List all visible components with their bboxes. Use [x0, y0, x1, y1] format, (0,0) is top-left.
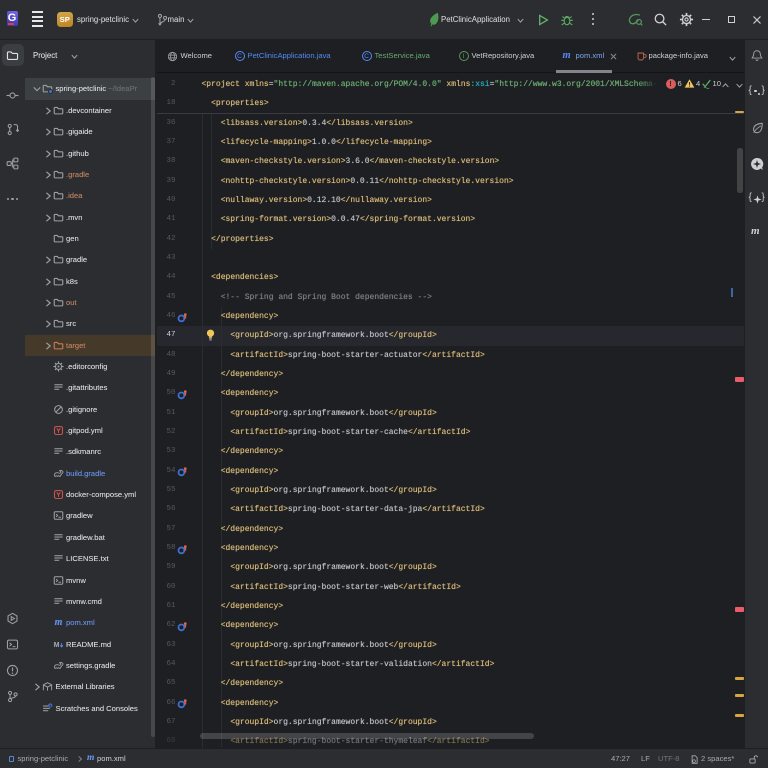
svg-text:M: M [54, 641, 60, 648]
